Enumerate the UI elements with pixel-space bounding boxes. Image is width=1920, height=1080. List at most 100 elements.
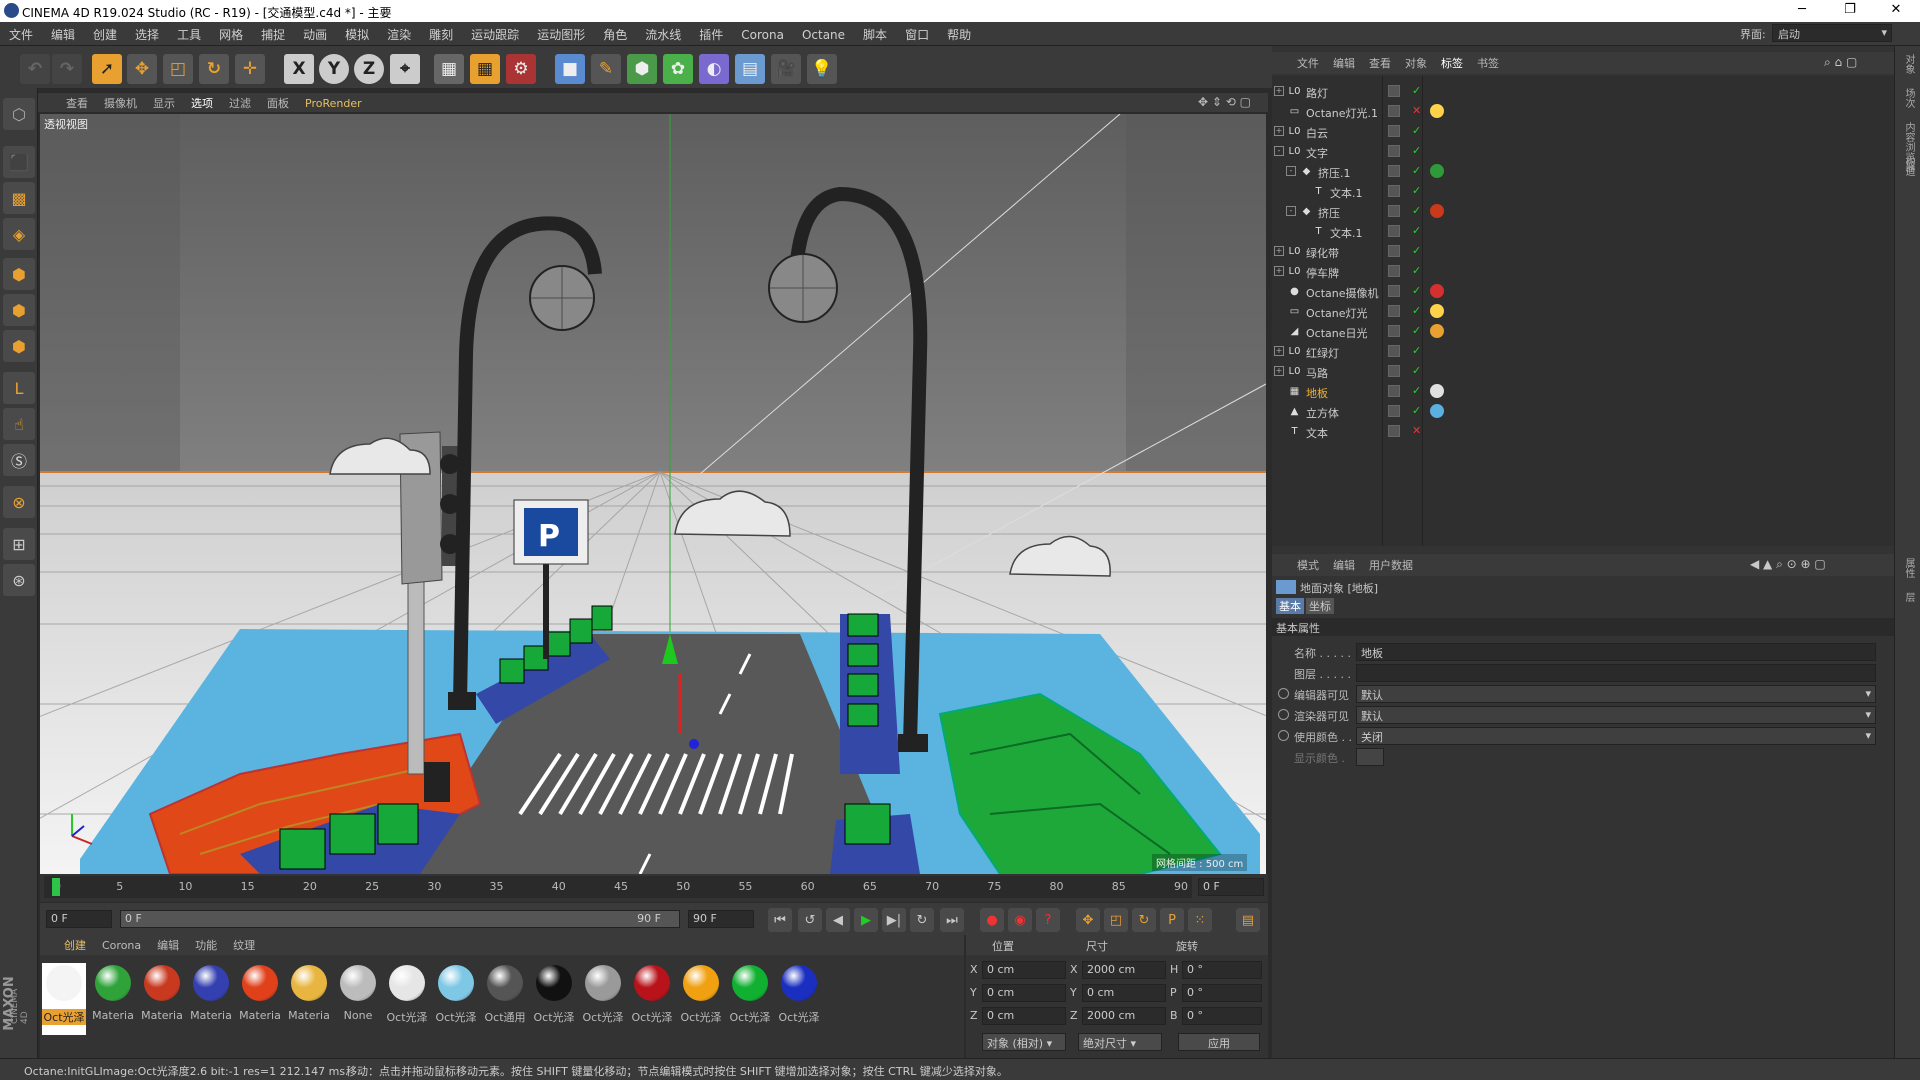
disabled-icon[interactable]: ✕ [1412, 424, 1421, 437]
strip-tab[interactable]: 层 [1901, 592, 1916, 602]
tab-basic[interactable]: 基本 [1276, 598, 1304, 614]
menu-item[interactable]: 角色 [594, 22, 636, 43]
scale-tool-icon[interactable]: ◰ [163, 54, 193, 84]
camera-icon[interactable]: 🎥 [771, 54, 801, 84]
material-swatch[interactable]: Materia [189, 963, 233, 1035]
viewport-menu-item[interactable]: 查看 [58, 93, 96, 113]
enabled-check-icon[interactable]: ✓ [1412, 84, 1421, 97]
object-name[interactable]: 红绿灯 [1306, 345, 1339, 361]
object-row[interactable]: ▲ 立方体 ✓ [1272, 402, 1894, 422]
size-mode-select[interactable]: 绝对尺寸 ▾ [1078, 1033, 1162, 1051]
material-swatch[interactable]: Oct光泽 [679, 963, 723, 1035]
rotation-field[interactable]: 0 ° [1182, 984, 1262, 1002]
layer-icon[interactable] [1388, 85, 1400, 97]
object-row[interactable]: T 文本.1 ✓ [1272, 182, 1894, 202]
position-field[interactable]: 0 cm [982, 1007, 1066, 1025]
material-tag-icon[interactable] [1430, 324, 1444, 338]
menu-item[interactable]: 网格 [210, 22, 252, 43]
object-name[interactable]: 白云 [1306, 125, 1328, 141]
timeline-ruler[interactable]: 051015202530354045505560657075808590 0 F [40, 874, 1268, 902]
material-tag-icon[interactable] [1430, 284, 1444, 298]
layer-icon[interactable] [1388, 105, 1400, 117]
next-key-icon[interactable]: ↻ [910, 908, 934, 932]
menu-item[interactable]: 捕捉 [252, 22, 294, 43]
timeline-track[interactable]: 051015202530354045505560657075808590 [44, 876, 1192, 898]
menu-item[interactable]: 文件 [0, 22, 42, 43]
maximize-button[interactable]: ❐ [1830, 2, 1870, 17]
lock-workplane-icon[interactable]: ⊞ [3, 528, 35, 560]
end-frame-field[interactable]: 90 F [688, 910, 754, 928]
render-view-icon[interactable]: ▦ [434, 54, 464, 84]
object-name[interactable]: 挤压 [1318, 205, 1340, 221]
menu-item[interactable]: 创建 [84, 22, 126, 43]
frame-range-slider[interactable]: 0 F 90 F [120, 910, 680, 928]
enabled-check-icon[interactable]: ✓ [1412, 404, 1421, 417]
menu-item[interactable]: 运动图形 [528, 22, 594, 43]
object-row[interactable]: ◢ Octane日光 ✓ [1272, 322, 1894, 342]
object-menu-item[interactable]: 对象 [1398, 52, 1434, 74]
deformer-icon[interactable]: ◐ [699, 54, 729, 84]
collapse-icon[interactable]: - [1286, 166, 1296, 176]
object-row[interactable]: ▦ 地板 ✓ [1272, 382, 1894, 402]
viewport-menu-item[interactable]: 显示 [145, 93, 183, 113]
object-row[interactable]: ▭ Octane灯光 ✓ [1272, 302, 1894, 322]
animate-radio[interactable] [1278, 688, 1289, 699]
object-name[interactable]: 挤压.1 [1318, 165, 1351, 181]
select-tool-icon[interactable]: ➚ [92, 54, 122, 84]
layer-icon[interactable] [1388, 225, 1400, 237]
expand-icon[interactable]: + [1274, 246, 1284, 256]
object-name[interactable]: 马路 [1306, 365, 1328, 381]
previous-key-icon[interactable]: ↺ [798, 908, 822, 932]
record-icon[interactable]: ● [980, 908, 1004, 932]
layer-icon[interactable] [1388, 245, 1400, 257]
attr-menu-item[interactable]: 用户数据 [1362, 554, 1420, 576]
material-swatch[interactable]: None [336, 963, 380, 1035]
keyframe-selection-icon[interactable]: ? [1036, 908, 1060, 932]
strip-tab[interactable]: 对象 [1901, 54, 1916, 74]
layer-icon[interactable] [1388, 365, 1400, 377]
object-name[interactable]: Octane灯光 [1306, 305, 1368, 321]
attr-menu-item[interactable]: 模式 [1290, 554, 1326, 576]
menu-item[interactable]: 运动跟踪 [462, 22, 528, 43]
layout-select[interactable]: 启动 ▾ [1772, 24, 1892, 42]
material-swatch[interactable]: Materia [140, 963, 184, 1035]
enabled-check-icon[interactable]: ✓ [1412, 304, 1421, 317]
enabled-check-icon[interactable]: ✓ [1412, 204, 1421, 217]
layer-icon[interactable] [1388, 385, 1400, 397]
enabled-check-icon[interactable]: ✓ [1412, 344, 1421, 357]
redo-icon[interactable]: ↷ [52, 54, 82, 84]
expand-icon[interactable]: + [1274, 346, 1284, 356]
strip-tab[interactable]: 场次 [1901, 88, 1916, 108]
light-icon[interactable]: 💡 [807, 54, 837, 84]
material-swatch[interactable]: Oct光泽 [434, 963, 478, 1035]
size-field[interactable]: 2000 cm [1082, 961, 1166, 979]
render-picture-icon[interactable]: ▦ [470, 54, 500, 84]
material-swatch[interactable]: Oct光泽 [532, 963, 576, 1035]
menu-item[interactable]: 流水线 [636, 22, 690, 43]
enabled-check-icon[interactable]: ✓ [1412, 264, 1421, 277]
attr-value[interactable] [1356, 748, 1384, 766]
object-row[interactable]: - L0 文字 ✓ [1272, 142, 1894, 162]
enabled-check-icon[interactable]: ✓ [1412, 124, 1421, 137]
key-scale-icon[interactable]: ◰ [1104, 908, 1128, 932]
disabled-icon[interactable]: ✕ [1412, 104, 1421, 117]
material-tag-icon[interactable] [1430, 404, 1444, 418]
layer-icon[interactable] [1388, 185, 1400, 197]
next-frame-icon[interactable]: ▶| [882, 908, 906, 932]
object-name[interactable]: 路灯 [1306, 85, 1328, 101]
attr-value[interactable]: 地板 [1356, 643, 1876, 661]
object-name[interactable]: 文本 [1306, 425, 1328, 441]
material-menu-item[interactable]: 纹理 [225, 935, 263, 955]
move-tool-icon[interactable]: ✥ [127, 54, 157, 84]
key-parameter-icon[interactable]: P [1160, 908, 1184, 932]
x-axis-icon[interactable]: X [284, 54, 314, 84]
key-position-icon[interactable]: ✥ [1076, 908, 1100, 932]
animate-radio[interactable] [1278, 730, 1289, 741]
material-tag-icon[interactable] [1430, 164, 1444, 178]
attr-value[interactable]: 默认 ▾ [1356, 706, 1876, 724]
menu-item[interactable]: Corona [732, 24, 793, 42]
object-row[interactable]: ● Octane摄像机 ✓ [1272, 282, 1894, 302]
object-row[interactable]: - ◆ 挤压 ✓ [1272, 202, 1894, 222]
menu-item[interactable]: 动画 [294, 22, 336, 43]
axis-mode-icon[interactable]: L [3, 372, 35, 404]
